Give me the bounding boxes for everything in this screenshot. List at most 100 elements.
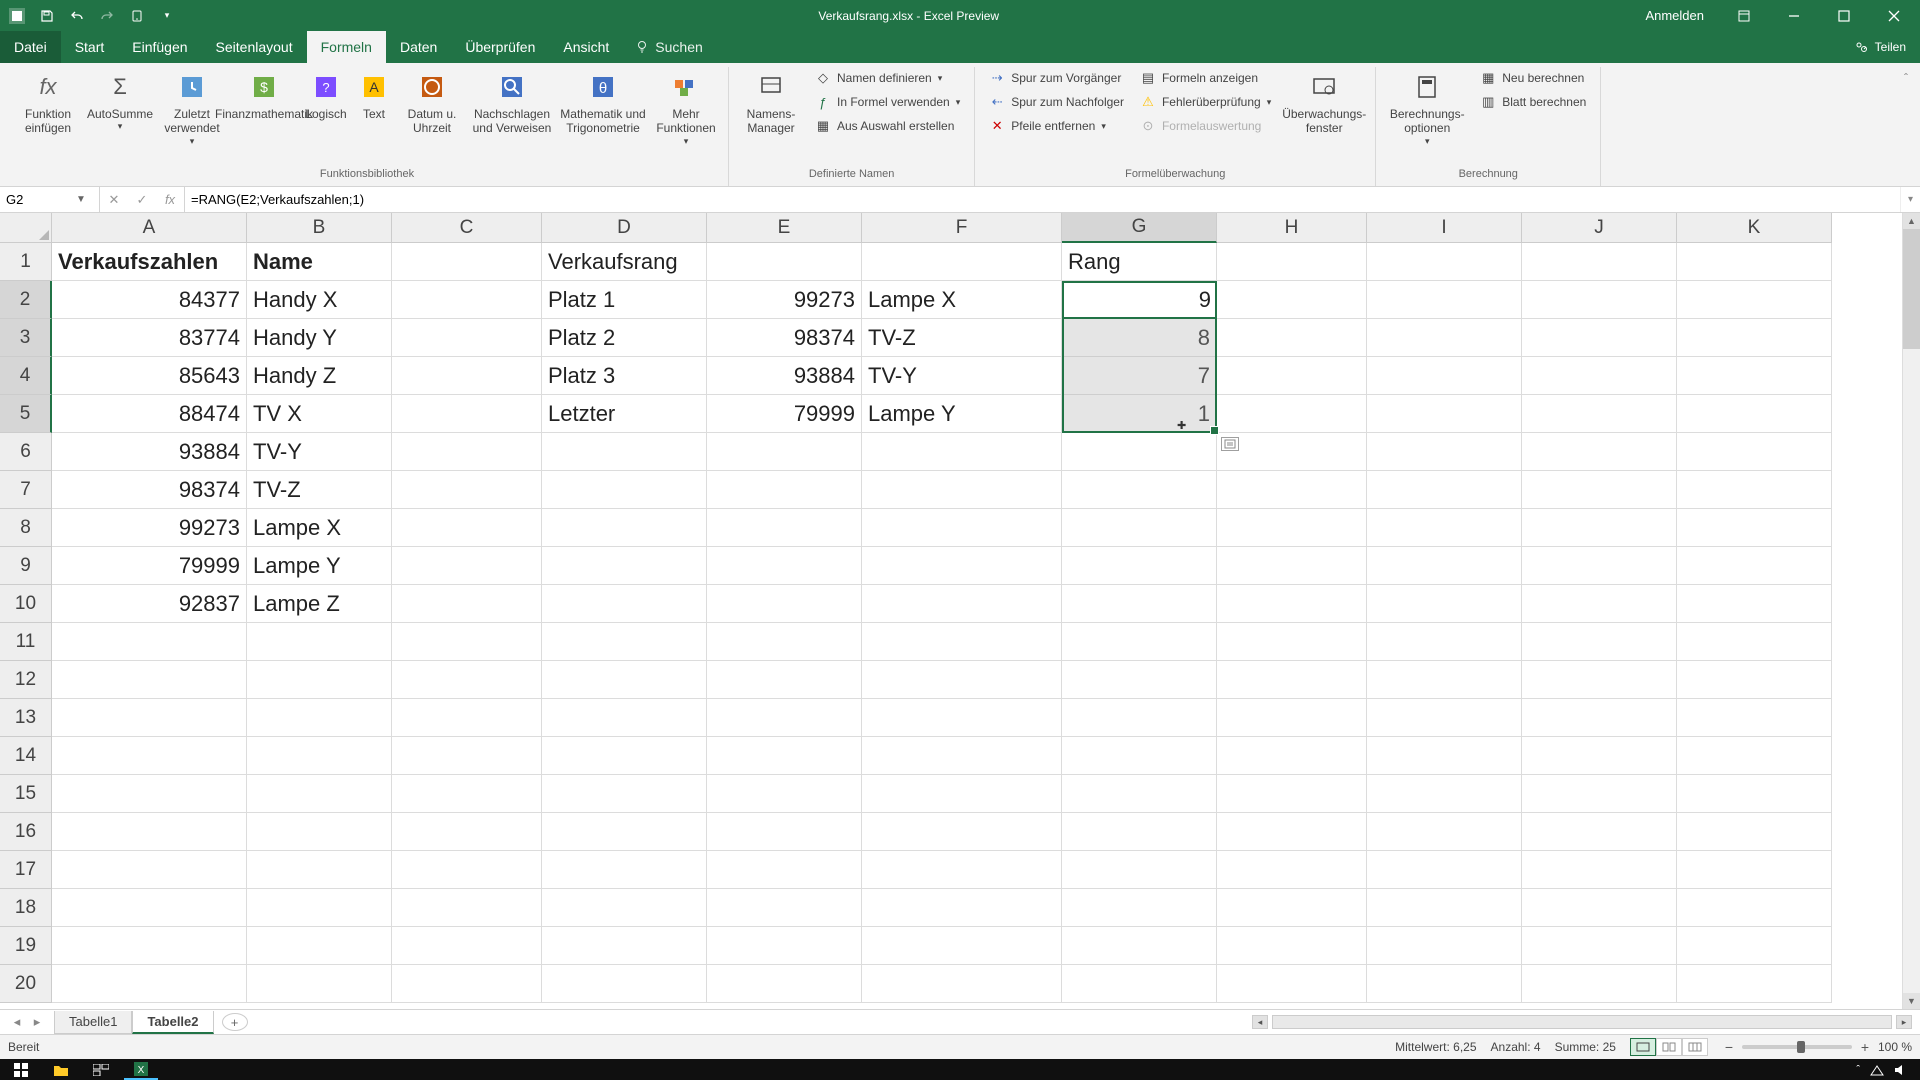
task-view-icon[interactable] (84, 1059, 118, 1080)
cell-A11[interactable] (52, 623, 247, 661)
cell-G8[interactable] (1062, 509, 1217, 547)
cell-J12[interactable] (1522, 661, 1677, 699)
cell-C10[interactable] (392, 585, 542, 623)
cell-I14[interactable] (1367, 737, 1522, 775)
cell-A6[interactable]: 93884 (52, 433, 247, 471)
financial-button[interactable]: $ Finanzmathematik (230, 67, 298, 125)
use-in-formula-button[interactable]: ƒIn Formel verwenden ▾ (809, 91, 966, 113)
cell-J7[interactable] (1522, 471, 1677, 509)
cell-D20[interactable] (542, 965, 707, 1003)
cell-F10[interactable] (862, 585, 1062, 623)
cell-H1[interactable] (1217, 243, 1367, 281)
expand-formula-bar-icon[interactable]: ▾ (1900, 187, 1920, 212)
namebox-dropdown-icon[interactable]: ▼ (76, 194, 86, 205)
cell-F11[interactable] (862, 623, 1062, 661)
cell-B5[interactable]: TV X (247, 395, 392, 433)
cell-A7[interactable]: 98374 (52, 471, 247, 509)
cell-C13[interactable] (392, 699, 542, 737)
cell-H10[interactable] (1217, 585, 1367, 623)
cell-B19[interactable] (247, 927, 392, 965)
autosum-button[interactable]: Σ AutoSumme ▾ (86, 67, 154, 136)
cell-K1[interactable] (1677, 243, 1832, 281)
close-button[interactable] (1872, 2, 1916, 30)
zoom-level[interactable]: 100 % (1878, 1040, 1912, 1054)
cell-G3[interactable]: 8 (1062, 319, 1217, 357)
tray-volume-icon[interactable] (1894, 1064, 1908, 1076)
column-header-H[interactable]: H (1217, 213, 1367, 243)
cell-B1[interactable]: Name (247, 243, 392, 281)
cell-F12[interactable] (862, 661, 1062, 699)
cell-K15[interactable] (1677, 775, 1832, 813)
row-header-4[interactable]: 4 (0, 357, 52, 395)
row-header-3[interactable]: 3 (0, 319, 52, 357)
cell-B4[interactable]: Handy Z (247, 357, 392, 395)
cell-I15[interactable] (1367, 775, 1522, 813)
cell-F8[interactable] (862, 509, 1062, 547)
cell-E13[interactable] (707, 699, 862, 737)
cell-I17[interactable] (1367, 851, 1522, 889)
cell-I11[interactable] (1367, 623, 1522, 661)
cell-I4[interactable] (1367, 357, 1522, 395)
cell-D14[interactable] (542, 737, 707, 775)
tab-seitenlayout[interactable]: Seitenlayout (202, 31, 307, 63)
start-button[interactable] (4, 1059, 38, 1080)
cell-D18[interactable] (542, 889, 707, 927)
cell-K5[interactable] (1677, 395, 1832, 433)
cell-I13[interactable] (1367, 699, 1522, 737)
cell-A20[interactable] (52, 965, 247, 1003)
cell-A3[interactable]: 83774 (52, 319, 247, 357)
cell-G9[interactable] (1062, 547, 1217, 585)
row-header-14[interactable]: 14 (0, 737, 52, 775)
row-header-7[interactable]: 7 (0, 471, 52, 509)
cell-D3[interactable]: Platz 2 (542, 319, 707, 357)
cell-C6[interactable] (392, 433, 542, 471)
column-header-C[interactable]: C (392, 213, 542, 243)
cell-C4[interactable] (392, 357, 542, 395)
signin-link[interactable]: Anmelden (1633, 8, 1716, 23)
cell-H12[interactable] (1217, 661, 1367, 699)
zoom-slider[interactable] (1742, 1045, 1852, 1049)
cell-G2[interactable]: 9 (1062, 281, 1217, 319)
cell-H6[interactable] (1217, 433, 1367, 471)
qat-customize-icon[interactable]: ▾ (156, 5, 178, 27)
create-from-sel-button[interactable]: ▦Aus Auswahl erstellen (809, 115, 966, 137)
cell-B15[interactable] (247, 775, 392, 813)
cell-A4[interactable]: 85643 (52, 357, 247, 395)
cell-I16[interactable] (1367, 813, 1522, 851)
column-header-D[interactable]: D (542, 213, 707, 243)
remove-arrows-button[interactable]: ✕Pfeile entfernen ▾ (983, 115, 1130, 137)
cell-J9[interactable] (1522, 547, 1677, 585)
row-header-6[interactable]: 6 (0, 433, 52, 471)
cell-K13[interactable] (1677, 699, 1832, 737)
cell-F5[interactable]: Lampe Y (862, 395, 1062, 433)
cell-C2[interactable] (392, 281, 542, 319)
cell-K12[interactable] (1677, 661, 1832, 699)
cell-F14[interactable] (862, 737, 1062, 775)
calc-now-button[interactable]: ▦Neu berechnen (1474, 67, 1592, 89)
cell-H8[interactable] (1217, 509, 1367, 547)
cell-H4[interactable] (1217, 357, 1367, 395)
cell-J6[interactable] (1522, 433, 1677, 471)
cell-H2[interactable] (1217, 281, 1367, 319)
cell-K19[interactable] (1677, 927, 1832, 965)
cell-B8[interactable]: Lampe X (247, 509, 392, 547)
cell-C19[interactable] (392, 927, 542, 965)
cell-A19[interactable] (52, 927, 247, 965)
formula-input[interactable] (191, 192, 1894, 207)
cell-K14[interactable] (1677, 737, 1832, 775)
cell-A13[interactable] (52, 699, 247, 737)
cell-G20[interactable] (1062, 965, 1217, 1003)
row-header-12[interactable]: 12 (0, 661, 52, 699)
math-button[interactable]: θ Mathematik und Trigonometrie (558, 67, 648, 140)
insert-function-button[interactable]: fx Funktion einfügen (14, 67, 82, 140)
cell-G15[interactable] (1062, 775, 1217, 813)
cell-H17[interactable] (1217, 851, 1367, 889)
cell-A10[interactable]: 92837 (52, 585, 247, 623)
cell-E1[interactable] (707, 243, 862, 281)
row-header-15[interactable]: 15 (0, 775, 52, 813)
cell-J4[interactable] (1522, 357, 1677, 395)
row-header-2[interactable]: 2 (0, 281, 52, 319)
sheet-tab-tabelle1[interactable]: Tabelle1 (54, 1011, 132, 1034)
cell-K3[interactable] (1677, 319, 1832, 357)
fx-button-icon[interactable]: fx (156, 187, 184, 212)
